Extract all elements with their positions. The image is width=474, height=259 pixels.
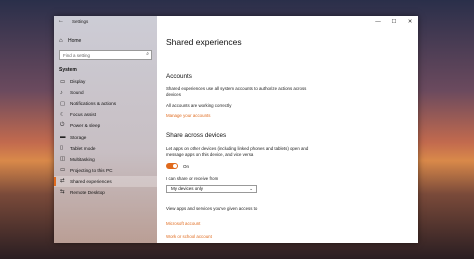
sidebar-item-tablet-mode[interactable]: ▯ Tablet mode [54, 143, 157, 154]
sidebar-item-label: Projecting to this PC [70, 167, 113, 173]
share-heading: Share across devices [166, 132, 227, 139]
sidebar-item-remote-desktop[interactable]: ⇆ Remote Desktop [54, 187, 157, 198]
sidebar-item-storage[interactable]: ▬ Storage [54, 131, 157, 142]
projecting-icon: ▭ [60, 167, 66, 174]
sidebar-item-label: Storage [70, 134, 87, 140]
sidebar-item-label: Home [68, 38, 82, 44]
sidebar-item-projecting[interactable]: ▭ Projecting to this PC [54, 165, 157, 176]
sidebar-item-home[interactable]: ⌂ Home [59, 37, 81, 45]
power-icon: ⏻ [60, 122, 65, 129]
microsoft-account-link[interactable]: Microsoft account [166, 221, 200, 226]
accounts-heading: Accounts [166, 73, 192, 80]
display-icon: ▭ [60, 78, 66, 85]
remote-desktop-icon: ⇆ [60, 189, 65, 196]
search-icon[interactable]: ⌕ [146, 51, 149, 57]
search-input[interactable] [63, 52, 143, 58]
share-description: Let apps on other devices (including lin… [166, 146, 309, 158]
share-dropdown[interactable]: My devices only ⌄ [166, 185, 257, 193]
focus-assist-icon: ☾ [60, 111, 65, 118]
sidebar-item-label: Shared experiences [70, 178, 112, 184]
sidebar-item-notifications[interactable]: ▢ Notifications & actions [54, 98, 157, 109]
multitasking-icon: ◫ [60, 156, 66, 163]
notifications-icon: ▢ [60, 100, 66, 107]
manage-accounts-link[interactable]: Manage your accounts [166, 113, 210, 118]
dropdown-value: My devices only [171, 186, 204, 191]
accounts-description: Shared experiences use all system accoun… [166, 86, 307, 98]
sidebar-item-focus-assist[interactable]: ☾ Focus assist [54, 109, 157, 120]
share-toggle[interactable] [166, 163, 178, 169]
tablet-mode-icon: ▯ [60, 145, 64, 152]
sidebar-item-power[interactable]: ⏻ Power & sleep [54, 120, 157, 131]
sidebar-item-label: Tablet mode [70, 145, 96, 151]
chevron-down-icon: ⌄ [249, 186, 253, 191]
sidebar: ← Settings ⌂ Home ⌕ System ▭ Display ♪ S… [54, 16, 157, 243]
search-box[interactable]: ⌕ [59, 50, 152, 60]
settings-window: ← Settings ⌂ Home ⌕ System ▭ Display ♪ S… [54, 16, 418, 243]
sidebar-item-label: Display [70, 79, 86, 85]
close-button[interactable]: ✕ [402, 16, 418, 28]
sidebar-item-multitasking[interactable]: ◫ Multitasking [54, 154, 157, 165]
maximize-button[interactable]: ☐ [386, 16, 402, 28]
sidebar-item-label: Remote Desktop [70, 189, 105, 195]
sidebar-item-label: Power & sleep [70, 123, 101, 129]
back-arrow-icon[interactable]: ← [58, 18, 64, 24]
sidebar-item-sound[interactable]: ♪ Sound [54, 87, 157, 98]
work-school-account-link[interactable]: Work or school account [166, 234, 212, 239]
sidebar-nav: ▭ Display ♪ Sound ▢ Notifications & acti… [54, 76, 157, 198]
sidebar-item-shared-experiences[interactable]: ⇄ Shared experiences [54, 175, 157, 187]
storage-icon: ▬ [60, 134, 66, 141]
shared-experiences-icon: ⇄ [60, 178, 65, 185]
toggle-knob [173, 164, 177, 168]
sidebar-item-display[interactable]: ▭ Display [54, 76, 157, 87]
window-title: Settings [72, 19, 89, 24]
sound-icon: ♪ [60, 89, 63, 96]
window-controls: — ☐ ✕ [370, 16, 418, 28]
view-access-text: View apps and services you've given acce… [166, 206, 258, 211]
share-select-label: I can share or receive from [166, 176, 219, 181]
section-title: System [59, 67, 77, 73]
title-bar: ← Settings [54, 16, 157, 28]
sidebar-item-label: Sound [70, 90, 84, 96]
sidebar-item-label: Notifications & actions [70, 101, 117, 107]
sidebar-item-label: Focus assist [70, 112, 97, 118]
minimize-button[interactable]: — [370, 16, 386, 28]
accounts-status: All accounts are working correctly [166, 103, 232, 108]
page-title: Shared experiences [166, 37, 242, 47]
home-icon: ⌂ [59, 38, 63, 44]
toggle-state-label: On [183, 164, 190, 169]
sidebar-item-label: Multitasking [70, 156, 95, 162]
